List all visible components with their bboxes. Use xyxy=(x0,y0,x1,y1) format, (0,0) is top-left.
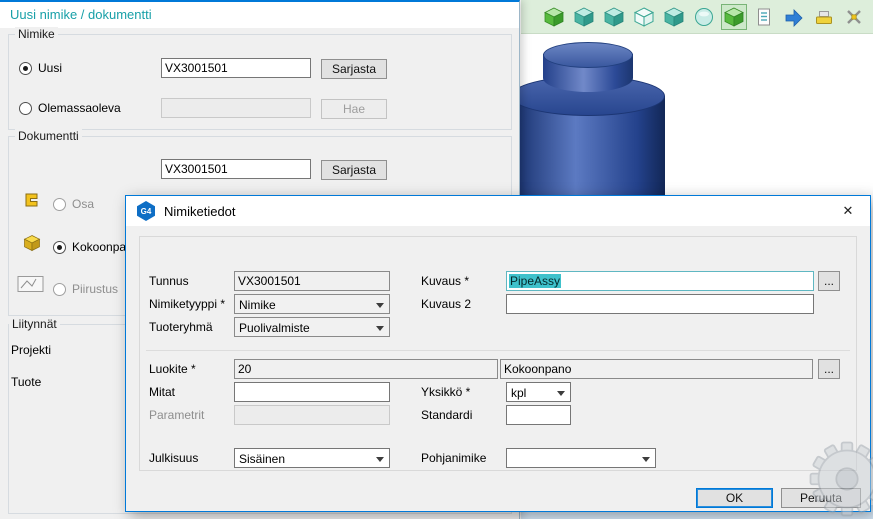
green-cube-selected-icon[interactable] xyxy=(721,4,747,30)
chevron-down-icon xyxy=(376,457,384,462)
radio-piirustus-label: Piirustus xyxy=(72,282,118,296)
uusi-nimike-input[interactable] xyxy=(161,58,311,78)
new-item-dialog-title: Uusi nimike / dokumentti xyxy=(10,7,152,22)
radio-dot-icon xyxy=(53,241,66,254)
teal-box-icon-2[interactable] xyxy=(601,4,627,30)
sarjasta-button-nimike[interactable]: Sarjasta xyxy=(321,59,387,79)
luokite-browse-button[interactable]: ... xyxy=(818,359,840,379)
luokite-name-input[interactable] xyxy=(500,359,813,379)
radio-dot-icon xyxy=(53,283,66,296)
assembly-icon xyxy=(23,234,41,257)
green-cube-icon[interactable] xyxy=(541,4,567,30)
liitynnat-group-label: Liitynnät xyxy=(9,317,60,331)
radio-piirustus[interactable]: Piirustus xyxy=(53,282,118,296)
dokumentti-tunnus-input[interactable] xyxy=(161,159,311,179)
nimiketyyppi-label: Nimiketyyppi * xyxy=(149,297,225,311)
nimike-group-label: Nimike xyxy=(15,27,58,41)
chevron-down-icon xyxy=(642,457,650,462)
chevron-down-icon xyxy=(376,326,384,331)
vertex-cad-window: Uusi nimike / dokumentti Nimike Uusi Sar… xyxy=(0,0,873,519)
g4-logo-icon: G4 xyxy=(136,201,156,221)
kuvaus-input[interactable]: PipeAssy xyxy=(506,271,814,291)
mitat-input[interactable] xyxy=(234,382,390,402)
ok-button[interactable]: OK xyxy=(696,488,773,508)
document-lines-icon[interactable] xyxy=(751,4,777,30)
pohjanimike-select[interactable] xyxy=(506,448,656,468)
luokite-label: Luokite * xyxy=(149,362,196,376)
yellow-stack-icon[interactable] xyxy=(811,4,837,30)
olemassaoleva-input xyxy=(161,98,311,118)
hae-button: Hae xyxy=(321,99,387,119)
parametrit-input xyxy=(234,405,390,425)
chevron-down-icon xyxy=(376,303,384,308)
radio-dot-icon xyxy=(19,102,32,115)
cad-toolbar xyxy=(521,0,873,34)
kuvaus2-input[interactable] xyxy=(506,294,814,314)
kuvaus2-label: Kuvaus 2 xyxy=(421,297,471,311)
teal-box-icon-3[interactable] xyxy=(661,4,687,30)
projekti-label: Projekti xyxy=(11,343,51,357)
chevron-down-icon xyxy=(557,391,565,396)
standardi-label: Standardi xyxy=(421,408,472,422)
nimike-group: Nimike Uusi Sarjasta Olemassaoleva Hae xyxy=(8,34,512,130)
kuvaus-browse-button[interactable]: ... xyxy=(818,271,840,291)
nimiketiedot-titlebar[interactable]: G4 Nimiketiedot ✕ xyxy=(126,196,870,226)
radio-uusi[interactable]: Uusi xyxy=(19,61,62,75)
standardi-input[interactable] xyxy=(506,405,571,425)
pohjanimike-label: Pohjanimike xyxy=(421,451,486,465)
radio-uusi-label: Uusi xyxy=(38,61,62,75)
trim-cross-icon[interactable] xyxy=(841,4,867,30)
sarjasta-button-dokumentti[interactable]: Sarjasta xyxy=(321,160,387,180)
tuoteryhma-label: Tuoteryhmä xyxy=(149,320,213,334)
kuvaus-label: Kuvaus * xyxy=(421,274,469,288)
julkisuus-label: Julkisuus xyxy=(149,451,198,465)
piston-3d-model[interactable] xyxy=(505,40,671,200)
panel-divider xyxy=(146,350,850,351)
new-item-dialog-titlebar[interactable]: Uusi nimike / dokumentti xyxy=(0,2,519,28)
nimiketiedot-dialog: G4 Nimiketiedot ✕ Tunnus Kuvaus * PipeAs… xyxy=(125,195,871,512)
gear-model xyxy=(800,430,873,519)
teal-sphere-icon[interactable] xyxy=(691,4,717,30)
teal-box-outline-icon[interactable] xyxy=(631,4,657,30)
dokumentti-group-label: Dokumentti xyxy=(15,129,82,143)
mitat-label: Mitat xyxy=(149,385,175,399)
tunnus-input[interactable] xyxy=(234,271,390,291)
radio-osa-label: Osa xyxy=(72,197,94,211)
selected-text: PipeAssy xyxy=(509,274,561,288)
julkisuus-select[interactable]: Sisäinen xyxy=(234,448,390,468)
drawing-icon xyxy=(17,275,45,298)
teal-box-icon[interactable] xyxy=(571,4,597,30)
luokite-code-input[interactable] xyxy=(234,359,498,379)
nimiketiedot-title: Nimiketiedot xyxy=(164,204,236,219)
radio-olemassaoleva-label: Olemassaoleva xyxy=(38,101,121,115)
nimiketyyppi-select[interactable]: Nimike xyxy=(234,294,390,314)
yksikko-label: Yksikkö * xyxy=(421,385,470,399)
export-arrow-icon[interactable] xyxy=(781,4,807,30)
radio-dot-icon xyxy=(53,198,66,211)
yksikko-select[interactable]: kpl xyxy=(506,382,571,402)
parametrit-label: Parametrit xyxy=(149,408,204,422)
radio-osa[interactable]: Osa xyxy=(53,197,94,211)
tunnus-label: Tunnus xyxy=(149,274,189,288)
tuote-label: Tuote xyxy=(11,375,41,389)
close-icon[interactable]: ✕ xyxy=(834,200,862,222)
part-icon xyxy=(23,191,41,214)
radio-dot-icon xyxy=(19,62,32,75)
radio-olemassaoleva[interactable]: Olemassaoleva xyxy=(19,101,121,115)
tuoteryhma-select[interactable]: Puolivalmiste xyxy=(234,317,390,337)
cylinder-cap-top-face xyxy=(543,42,633,68)
